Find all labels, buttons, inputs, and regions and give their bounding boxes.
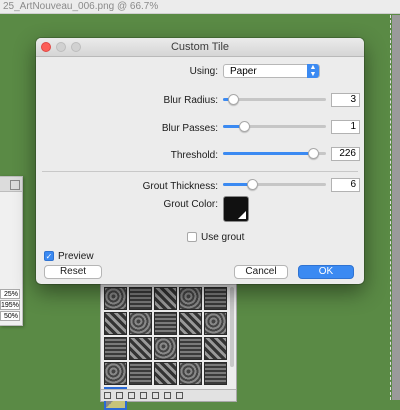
tile-swatch[interactable] xyxy=(154,362,177,385)
ok-button[interactable]: OK xyxy=(298,265,354,279)
tile-toolbar xyxy=(101,389,236,401)
right-scroll-strip[interactable] xyxy=(392,15,400,400)
tile-swatch[interactable] xyxy=(129,287,152,310)
slider-fill xyxy=(223,152,313,155)
left-panel-header xyxy=(0,177,22,192)
blur-radius-slider[interactable] xyxy=(223,93,326,105)
grout-thickness-field[interactable]: 6 xyxy=(331,178,360,192)
custom-tile-dialog: Custom Tile Using: Paper ▲ ▼ Blur Radius:… xyxy=(36,38,364,284)
dialog-titlebar[interactable]: Custom Tile xyxy=(36,38,364,57)
using-select[interactable]: Paper ▲ ▼ xyxy=(223,64,320,78)
blank-tile-icon[interactable] xyxy=(152,392,159,399)
grout-thickness-slider[interactable] xyxy=(223,178,326,190)
panel-menu-icon[interactable] xyxy=(10,180,20,190)
section-divider xyxy=(42,171,358,172)
slider-knob[interactable] xyxy=(228,94,240,105)
tile-swatch[interactable] xyxy=(204,362,227,385)
using-select-value: Paper xyxy=(230,66,257,77)
tile-swatch[interactable] xyxy=(154,287,177,310)
threshold-label: Threshold: xyxy=(170,150,218,161)
tile-swatch[interactable] xyxy=(154,337,177,360)
tile-swatch[interactable] xyxy=(204,312,227,335)
threshold-slider[interactable] xyxy=(223,147,326,159)
blur-passes-label: Blur Passes: xyxy=(161,123,218,134)
tile-swatch[interactable] xyxy=(129,337,152,360)
tile-swatch[interactable] xyxy=(204,287,227,310)
using-label: Using: xyxy=(189,66,218,77)
left-panel-value[interactable]: 195% xyxy=(0,300,20,310)
tile-picker-panel xyxy=(100,283,237,410)
duplicate-tile-icon[interactable] xyxy=(116,392,123,399)
left-panel-value[interactable]: 50% xyxy=(0,311,20,321)
tile-swatch[interactable] xyxy=(129,312,152,335)
window-title: 25_ArtNouveau_006.png @ 66.7% xyxy=(3,1,159,12)
grout-color-label: Grout Color: xyxy=(163,199,218,210)
use-grout-checkbox[interactable] xyxy=(187,232,197,242)
tile-swatch[interactable] xyxy=(179,287,202,310)
preview-checkbox[interactable]: ✓ xyxy=(44,251,54,261)
slider-knob[interactable] xyxy=(246,179,258,190)
add-tile-icon[interactable] xyxy=(104,392,111,399)
use-grout-label: Use grout xyxy=(201,232,245,243)
delete-tile-icon[interactable] xyxy=(176,392,183,399)
threshold-field[interactable]: 226 xyxy=(331,147,360,161)
grout-color-swatch[interactable] xyxy=(223,196,249,222)
import-tile-icon[interactable] xyxy=(128,392,135,399)
color-picker-corner-icon xyxy=(238,211,246,219)
tile-swatch[interactable] xyxy=(179,312,202,335)
tile-swatch[interactable] xyxy=(104,312,127,335)
tile-swatch[interactable] xyxy=(179,362,202,385)
tile-swatch[interactable] xyxy=(179,337,202,360)
left-panel-value[interactable]: 25% xyxy=(0,289,20,299)
tile-swatch[interactable] xyxy=(204,337,227,360)
blur-passes-slider[interactable] xyxy=(223,120,326,132)
cancel-button[interactable]: Cancel xyxy=(234,265,288,279)
blur-radius-field[interactable]: 3 xyxy=(331,93,360,107)
grout-thickness-label: Grout Thickness: xyxy=(142,181,218,192)
tile-swatch[interactable] xyxy=(154,312,177,335)
blur-radius-label: Blur Radius: xyxy=(163,95,218,106)
edit-tile-icon[interactable] xyxy=(164,392,171,399)
slider-knob[interactable] xyxy=(307,148,319,159)
tile-swatch[interactable] xyxy=(104,287,127,310)
tile-swatch[interactable] xyxy=(104,337,127,360)
blur-passes-field[interactable]: 1 xyxy=(331,120,360,134)
tile-scrollbar[interactable] xyxy=(230,287,234,367)
slider-knob[interactable] xyxy=(238,121,250,132)
chevron-updown-icon: ▲ ▼ xyxy=(307,64,319,78)
dialog-title: Custom Tile xyxy=(170,41,230,53)
reset-button[interactable]: Reset xyxy=(44,265,102,279)
tile-swatch[interactable] xyxy=(104,362,127,385)
preview-label: Preview xyxy=(58,251,94,262)
left-tool-panel: 25% 195% 50% xyxy=(0,176,23,326)
folder-icon[interactable] xyxy=(140,392,147,399)
tile-swatch[interactable] xyxy=(129,362,152,385)
left-panel-values: 25% 195% 50% xyxy=(0,289,20,322)
window-title-bar: 25_ArtNouveau_006.png @ 66.7% xyxy=(0,0,400,14)
